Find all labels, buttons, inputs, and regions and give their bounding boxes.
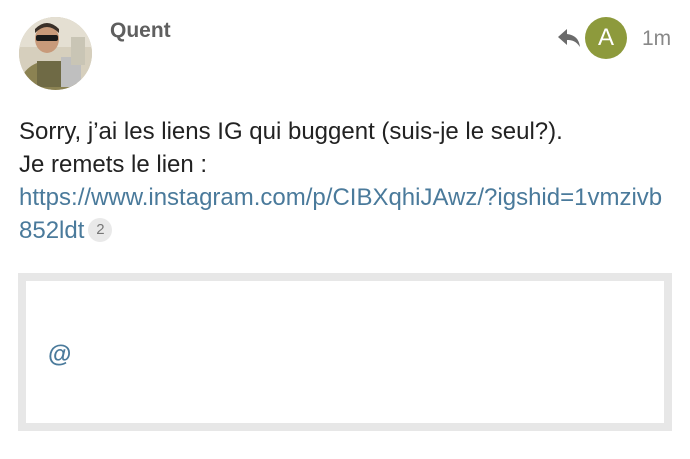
post-username[interactable]: Quent xyxy=(110,18,171,44)
post-body: Sorry, j’ai les liens IG qui buggent (su… xyxy=(19,115,669,247)
link-click-count-badge: 2 xyxy=(88,217,113,242)
reply-composer[interactable]: @ xyxy=(18,273,672,431)
post-age[interactable]: 1m xyxy=(642,26,671,52)
reply-arrow-icon[interactable] xyxy=(557,27,581,49)
composer-mention-text: @ xyxy=(48,341,72,368)
post-text-line: Sorry, j’ai les liens IG qui buggent (su… xyxy=(19,118,563,145)
instagram-link[interactable]: https://www.instagram.com/p/CIBXqhiJAwz/… xyxy=(19,184,662,244)
reply-to-avatar[interactable]: A xyxy=(585,17,627,59)
user-avatar[interactable] xyxy=(19,17,92,90)
post-text-line: Je remets le lien : xyxy=(19,151,208,178)
avatar-photo xyxy=(19,17,92,90)
post-link-paragraph: https://www.instagram.com/p/CIBXqhiJAwz/… xyxy=(19,181,669,247)
